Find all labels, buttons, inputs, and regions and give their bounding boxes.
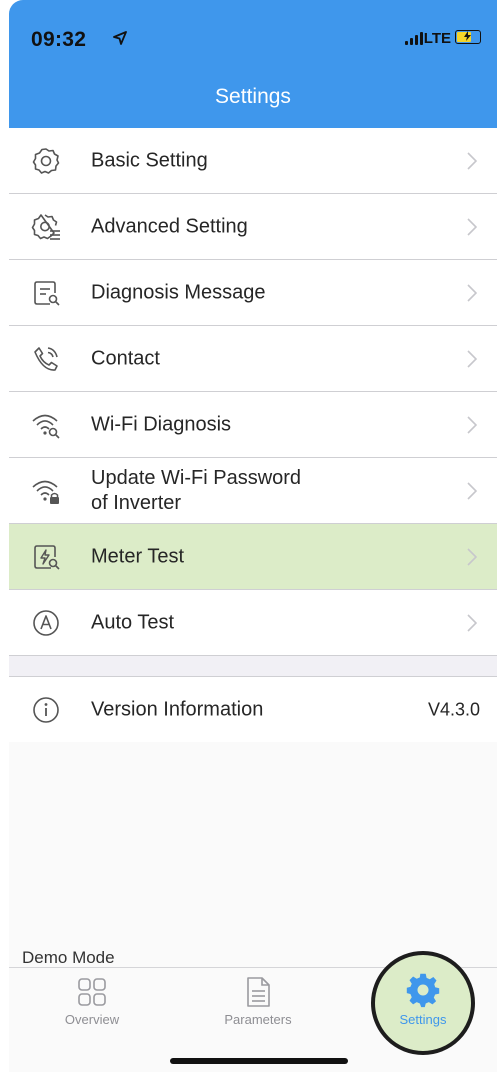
tab-parameters[interactable]: Parameters (198, 976, 318, 1027)
tab-label: Parameters (224, 1012, 292, 1027)
location-arrow-icon (113, 31, 127, 45)
section-separator (9, 656, 497, 677)
info-icon (33, 696, 59, 723)
menu-item-label: Version Information (91, 698, 264, 720)
gear-list-icon (31, 213, 60, 240)
signal-icon (405, 32, 423, 45)
chevron-right-icon (467, 481, 477, 500)
gear-icon (406, 973, 440, 1008)
menu-item-auto-test[interactable]: Auto Test (9, 590, 497, 656)
wifi-search-icon (32, 414, 60, 439)
phone-icon (34, 346, 58, 371)
menu-item-diagnosis-message[interactable]: Diagnosis Message (9, 260, 497, 326)
tab-label: Settings (399, 1012, 447, 1027)
app-screen: 09:32 LTE Settings Basic Setting Advance… (0, 0, 497, 1072)
menu-item-basic-setting[interactable]: Basic Setting (9, 128, 497, 194)
menu-item-label-line1: Update Wi-Fi Password (91, 466, 302, 489)
status-time: 09:32 (31, 28, 87, 51)
screen-edge-left (0, 0, 9, 1072)
menu-item-meter-test[interactable]: Meter Test (9, 524, 497, 590)
menu-item-label-line2: of Inverter (91, 491, 182, 514)
menu-item-label: Diagnosis Message (91, 281, 266, 303)
app-header: 09:32 LTE Settings (9, 0, 497, 128)
menu-item-label: Wi-Fi Diagnosis (91, 413, 232, 435)
network-type: LTE (423, 30, 451, 47)
demo-mode-label: Demo Mode (22, 948, 115, 967)
chevron-right-icon (467, 547, 477, 566)
chevron-right-icon (467, 415, 477, 434)
menu-item-label: Basic Setting (91, 149, 208, 171)
document-search-icon (34, 280, 60, 306)
chevron-right-icon (467, 217, 477, 236)
menu-item-label: Contact (91, 347, 160, 369)
wifi-lock-icon (32, 480, 59, 504)
menu-item-label: Auto Test (91, 611, 175, 633)
chevron-right-icon (467, 283, 477, 302)
menu-item-contact[interactable]: Contact (9, 326, 497, 392)
document-icon (247, 977, 270, 1007)
tab-label: Overview (64, 1012, 120, 1027)
chevron-right-icon (467, 151, 477, 170)
settings-list: Basic Setting Advanced Setting Diagnosis… (9, 128, 497, 743)
menu-item-version-information[interactable]: Version Information V4.3.0 (9, 677, 497, 743)
chevron-right-icon (467, 613, 477, 632)
menu-item-advanced-setting[interactable]: Advanced Setting (9, 194, 497, 260)
menu-item-label: Update Wi-Fi Password of Inverter (91, 466, 301, 516)
tab-settings[interactable]: Settings (363, 972, 483, 1027)
grid-icon (78, 978, 106, 1006)
page-title: Settings (215, 85, 291, 108)
battery-icon (455, 30, 481, 44)
menu-item-label: Meter Test (91, 545, 184, 567)
tab-overview[interactable]: Overview (32, 976, 152, 1027)
menu-item-update-wifi-password[interactable]: Update Wi-Fi Password of Inverter (9, 458, 497, 524)
version-value: V4.3.0 (427, 699, 480, 719)
gear-icon (32, 147, 60, 174)
menu-item-wifi-diagnosis[interactable]: Wi-Fi Diagnosis (9, 392, 497, 458)
chevron-right-icon (467, 349, 477, 368)
menu-item-label: Advanced Setting (91, 215, 248, 237)
meter-search-icon (34, 544, 60, 570)
auto-a-icon (33, 609, 59, 636)
status-bar: 09:32 LTE (31, 28, 487, 54)
home-indicator (170, 1058, 348, 1064)
